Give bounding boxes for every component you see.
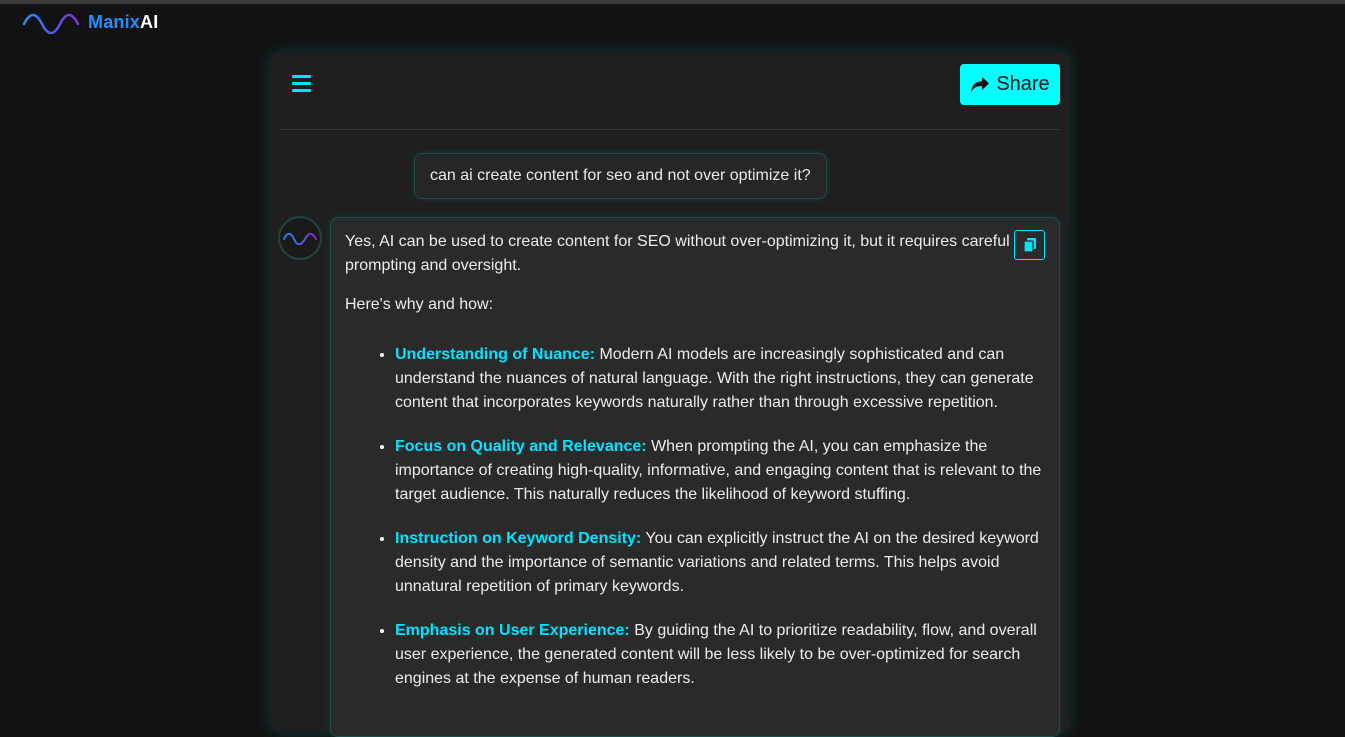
list-item: Emphasis on User Experience: By guiding …	[395, 619, 1045, 691]
share-arrow-icon	[971, 76, 990, 93]
copy-button[interactable]	[1014, 230, 1045, 260]
brand-name-part1: Manix	[88, 11, 141, 32]
point-title: Understanding of Nuance:	[395, 346, 596, 363]
list-item: Instruction on Keyword Density: You can …	[395, 527, 1045, 599]
ai-intro-text: Yes, AI can be used to create content fo…	[345, 233, 1010, 274]
user-message-text: can ai create content for seo and not ov…	[430, 167, 811, 184]
point-title: Instruction on Keyword Density:	[395, 530, 642, 547]
user-message-bubble: can ai create content for seo and not ov…	[414, 153, 827, 199]
brand-logo[interactable]: ManixAI	[22, 10, 158, 34]
brand-name: ManixAI	[88, 12, 158, 33]
ai-avatar	[278, 216, 322, 260]
list-item: Focus on Quality and Relevance: When pro…	[395, 435, 1045, 507]
hamburger-menu-icon[interactable]	[292, 72, 316, 94]
ai-message-bubble: Yes, AI can be used to create content fo…	[330, 217, 1060, 737]
chat-panel: Share can ai create content for seo and …	[270, 52, 1070, 737]
point-title: Focus on Quality and Relevance:	[395, 438, 647, 455]
point-title: Emphasis on User Experience:	[395, 622, 630, 639]
share-button[interactable]: Share	[960, 64, 1060, 105]
share-button-label: Share	[996, 73, 1050, 95]
ai-point-list: Understanding of Nuance: Modern AI model…	[345, 343, 1045, 691]
wave-icon	[22, 13, 80, 34]
header-divider	[280, 129, 1060, 130]
copy-icon	[1022, 238, 1036, 253]
ai-why-text: Here's why and how:	[345, 296, 494, 313]
window-top-border	[0, 0, 1345, 4]
wave-icon	[283, 232, 317, 245]
list-item: Understanding of Nuance: Modern AI model…	[395, 343, 1045, 415]
brand-name-part2: AI	[140, 11, 159, 32]
